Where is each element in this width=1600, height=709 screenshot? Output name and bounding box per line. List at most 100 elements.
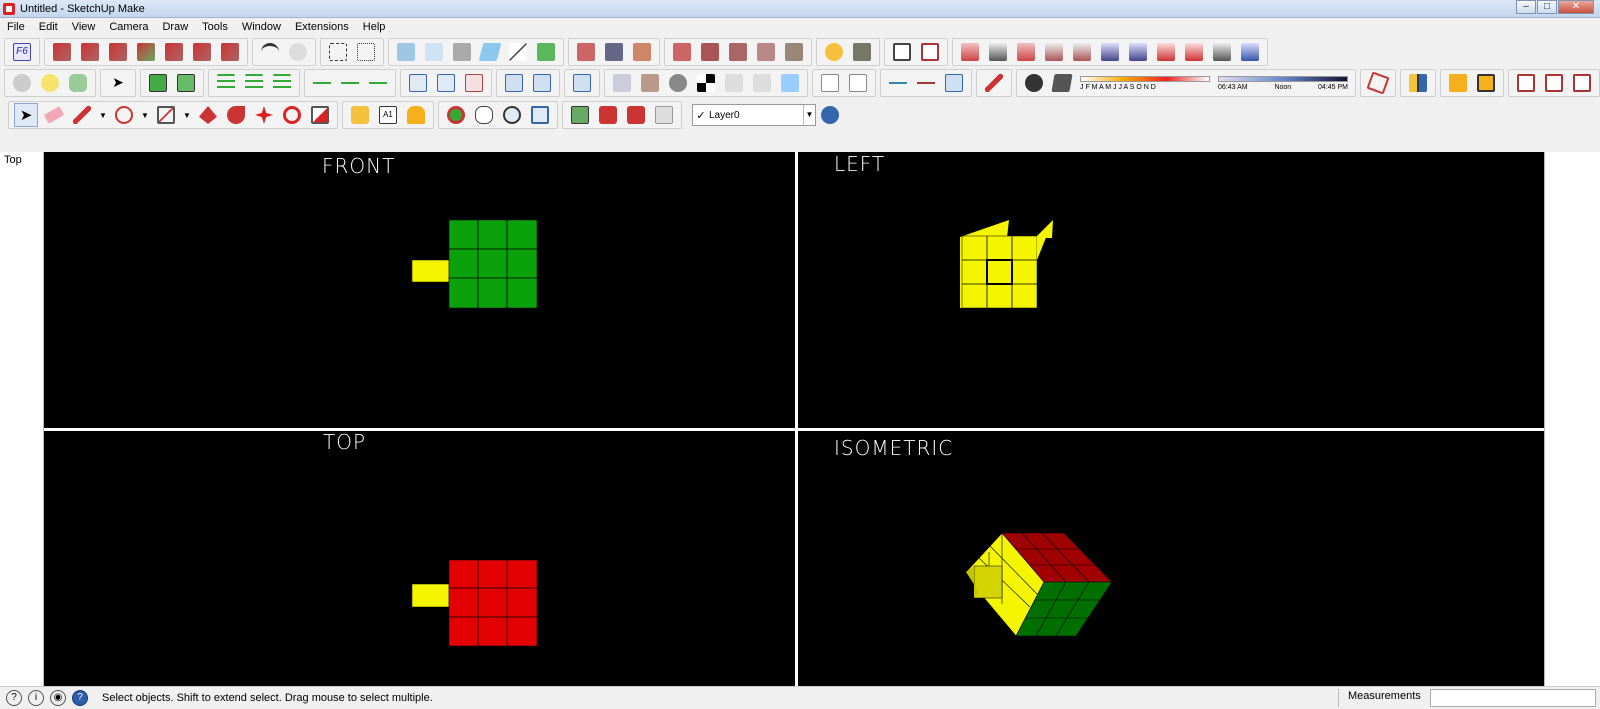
dimension-icon[interactable] bbox=[326, 40, 350, 64]
section-c-icon[interactable] bbox=[886, 71, 910, 95]
shadow-month-slider[interactable]: J F M A M J J A S O N D bbox=[1080, 70, 1210, 96]
follow-me-icon[interactable] bbox=[224, 103, 248, 127]
section-d-icon[interactable] bbox=[914, 71, 938, 95]
move-tool-icon[interactable] bbox=[252, 103, 276, 127]
tool-a-icon[interactable] bbox=[574, 40, 598, 64]
mesh-a-icon[interactable] bbox=[610, 71, 634, 95]
tool-e-icon[interactable] bbox=[698, 40, 722, 64]
line-dropdown-icon[interactable]: ▼ bbox=[98, 103, 108, 127]
rectangle-dropdown-icon[interactable]: ▼ bbox=[182, 103, 192, 127]
warehouse-c-icon[interactable] bbox=[624, 103, 648, 127]
credits-icon[interactable]: i bbox=[28, 690, 44, 706]
checker-icon[interactable] bbox=[694, 71, 718, 95]
guide-a-icon[interactable] bbox=[310, 71, 334, 95]
month-bar[interactable] bbox=[1080, 75, 1210, 82]
menu-draw[interactable]: Draw bbox=[155, 21, 195, 33]
menu-camera[interactable]: Camera bbox=[102, 21, 155, 33]
panel-c-icon[interactable] bbox=[570, 71, 594, 95]
arch-b-icon[interactable] bbox=[1474, 71, 1498, 95]
surface-i-icon[interactable] bbox=[1182, 40, 1206, 64]
menu-help[interactable]: Help bbox=[356, 21, 393, 33]
curve-icon[interactable] bbox=[258, 40, 282, 64]
hidden-style-icon[interactable] bbox=[66, 71, 90, 95]
panel-b-icon[interactable] bbox=[530, 71, 554, 95]
extrude-icon[interactable] bbox=[50, 40, 74, 64]
frame-c-icon[interactable] bbox=[1570, 71, 1594, 95]
clock-icon[interactable] bbox=[822, 40, 846, 64]
freehand-icon[interactable] bbox=[1366, 71, 1390, 95]
top-view-model[interactable] bbox=[411, 559, 538, 647]
mesh-e-icon[interactable] bbox=[750, 71, 774, 95]
grid-a-icon[interactable] bbox=[406, 71, 430, 95]
left-view-model[interactable] bbox=[960, 220, 1053, 309]
edge-tool-icon[interactable] bbox=[506, 40, 530, 64]
guide-remove-icon[interactable] bbox=[366, 71, 390, 95]
extrude-x-icon[interactable] bbox=[190, 40, 214, 64]
offset-b-icon[interactable] bbox=[242, 71, 266, 95]
line-tool-icon[interactable] bbox=[70, 103, 94, 127]
text-tool-icon[interactable]: A1 bbox=[376, 103, 400, 127]
surface-h-icon[interactable] bbox=[1154, 40, 1178, 64]
solid-shaded-icon[interactable] bbox=[450, 40, 474, 64]
surface-k-icon[interactable] bbox=[1238, 40, 1262, 64]
pencil-icon[interactable] bbox=[982, 71, 1006, 95]
arc-tool-icon[interactable] bbox=[112, 103, 136, 127]
section-a-icon[interactable] bbox=[818, 71, 842, 95]
face-icon[interactable] bbox=[478, 40, 502, 64]
shadow-toggle-icon[interactable] bbox=[1022, 71, 1046, 95]
pointer-icon[interactable]: ➤ bbox=[106, 71, 130, 95]
scale-up-icon[interactable] bbox=[146, 71, 170, 95]
extrude-n-icon[interactable] bbox=[162, 40, 186, 64]
tool-f-icon[interactable] bbox=[726, 40, 750, 64]
time-bar[interactable] bbox=[1218, 75, 1348, 82]
tool-g-icon[interactable] bbox=[754, 40, 778, 64]
frame-b-icon[interactable] bbox=[1542, 71, 1566, 95]
layer-manager-icon[interactable] bbox=[818, 103, 842, 127]
sandbox-icon[interactable] bbox=[534, 40, 558, 64]
section-b-icon[interactable] bbox=[846, 71, 870, 95]
zoom-extents-icon[interactable] bbox=[528, 103, 552, 127]
select-tool-icon[interactable]: ➤ bbox=[14, 103, 38, 127]
extrude-ar-icon[interactable] bbox=[106, 40, 130, 64]
section-e-icon[interactable] bbox=[942, 71, 966, 95]
mesh-d-icon[interactable] bbox=[722, 71, 746, 95]
arch-a-icon[interactable] bbox=[1446, 71, 1470, 95]
front-view-model[interactable] bbox=[411, 219, 538, 309]
guide-point-icon[interactable] bbox=[354, 40, 378, 64]
close-button[interactable]: ✕ bbox=[1558, 0, 1594, 14]
tools-icon[interactable] bbox=[850, 40, 874, 64]
surface-g-icon[interactable] bbox=[1126, 40, 1150, 64]
maximize-button[interactable]: □ bbox=[1537, 0, 1557, 14]
wire-style-icon[interactable] bbox=[38, 71, 62, 95]
tool-b-icon[interactable] bbox=[602, 40, 626, 64]
arc-dropdown-icon[interactable]: ▼ bbox=[140, 103, 150, 127]
tape-measure-icon[interactable] bbox=[348, 103, 372, 127]
surface-a-icon[interactable] bbox=[958, 40, 982, 64]
geo-location-icon[interactable]: ? bbox=[6, 690, 22, 706]
mesh-c-icon[interactable] bbox=[666, 71, 690, 95]
minimize-button[interactable]: – bbox=[1516, 0, 1536, 14]
view-a-icon[interactable] bbox=[890, 40, 914, 64]
fog-icon[interactable] bbox=[1050, 71, 1074, 95]
layer-dropdown[interactable]: ✓ Layer0 ▼ bbox=[692, 104, 816, 126]
panel-a-icon[interactable] bbox=[502, 71, 526, 95]
grid-c-icon[interactable] bbox=[462, 71, 486, 95]
menu-view[interactable]: View bbox=[65, 21, 103, 33]
surface-e-icon[interactable] bbox=[1070, 40, 1094, 64]
menu-edit[interactable]: Edit bbox=[32, 21, 65, 33]
help-icon[interactable]: ? bbox=[72, 690, 88, 706]
surface-f-icon[interactable] bbox=[1098, 40, 1122, 64]
chevron-down-icon[interactable]: ▼ bbox=[803, 105, 815, 125]
zoom-icon[interactable] bbox=[500, 103, 524, 127]
surface-d-icon[interactable] bbox=[1042, 40, 1066, 64]
surface-b-icon[interactable] bbox=[986, 40, 1010, 64]
tool-d-icon[interactable] bbox=[670, 40, 694, 64]
mesh-b-icon[interactable] bbox=[638, 71, 662, 95]
soften-icon[interactable] bbox=[286, 40, 310, 64]
solid-xray-icon[interactable] bbox=[422, 40, 446, 64]
menu-file[interactable]: File bbox=[0, 21, 32, 33]
scene-tab-top[interactable]: Top bbox=[4, 154, 22, 166]
tool-h-icon[interactable] bbox=[782, 40, 806, 64]
tool-c-icon[interactable] bbox=[630, 40, 654, 64]
mirror-icon[interactable] bbox=[1406, 71, 1430, 95]
